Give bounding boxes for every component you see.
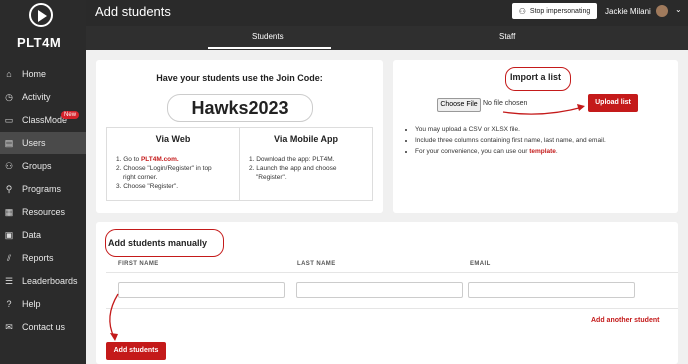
tab-students[interactable]: Students	[252, 32, 284, 41]
groups-icon: ⚇	[4, 161, 14, 171]
main-content: Have your students use the Join Code: Ha…	[86, 50, 688, 364]
sidebar-item-leaderboards[interactable]: ☰ Leaderboards	[0, 270, 86, 292]
sidebar-item-label: Groups	[22, 161, 52, 171]
active-tab-indicator	[208, 47, 331, 49]
sidebar-item-label: Help	[22, 299, 41, 309]
app-step1: 1. Download the app: PLT4M.	[249, 156, 335, 163]
sidebar-item-resources[interactable]: ▦ Resources	[0, 201, 86, 223]
sidebar-item-home[interactable]: ⌂ Home	[0, 63, 86, 85]
app-step2: 2. Launch the app and choose	[249, 165, 337, 172]
via-app-steps: 1. Download the app: PLT4M. 2. Launch th…	[249, 155, 336, 182]
sidebar-item-label: Data	[22, 230, 42, 240]
stop-impersonating-button[interactable]: ⚇ Stop impersonating	[512, 3, 597, 19]
avatar[interactable]	[656, 5, 668, 17]
template-link[interactable]: template	[529, 148, 556, 155]
users-icon: ▤	[4, 138, 14, 148]
programs-icon: ⚲	[5, 184, 13, 194]
sidebar: PLT4M ⌂ Home ◷ Activity ▭ ClassMode New ▤ Users ⚇…	[0, 0, 86, 364]
sidebar-item-label: Resources	[22, 207, 66, 217]
new-badge: New	[61, 111, 80, 119]
sidebar-item-help[interactable]: ? Help	[0, 293, 86, 315]
page-title: Add students	[95, 4, 171, 19]
tab-staff[interactable]: Staff	[499, 32, 515, 41]
import-bullet-1: You may upload a CSV or XLSX file.	[415, 124, 606, 135]
data-icon: ▣	[4, 230, 14, 240]
chevron-down-icon[interactable]: ⌄	[675, 5, 682, 14]
web-step2: 2. Choose "Login/Register" in top	[116, 165, 212, 172]
resources-icon: ▦	[4, 207, 14, 217]
sidebar-item-label: ClassMode	[22, 115, 68, 125]
top-bar: Add students ⚇ Stop impersonating Jackie…	[86, 0, 688, 26]
web-step3: 3. Choose "Register".	[116, 183, 179, 190]
sidebar-item-label: Home	[22, 69, 47, 79]
web-step2-cont: right corner.	[123, 174, 158, 181]
home-icon: ⌂	[6, 69, 12, 79]
import-bullet-2: Include three columns containing first n…	[415, 135, 606, 146]
sidebar-item-groups[interactable]: ⚇ Groups	[0, 155, 86, 177]
mail-icon: ✉	[5, 322, 13, 332]
plt4m-logo[interactable]: PLT4M	[0, 0, 86, 55]
sidebar-item-label: Activity	[22, 92, 51, 102]
leaderboards-icon: ☰	[4, 276, 14, 286]
play-logo-icon	[29, 3, 53, 27]
sidebar-item-programs[interactable]: ⚲ Programs	[0, 178, 86, 200]
stop-impersonating-label: Stop impersonating	[529, 7, 591, 15]
sidebar-item-label: Reports	[22, 253, 54, 263]
via-web-steps: 1. Go to PLT4M.com. 2. Choose "Login/Reg…	[116, 155, 212, 191]
manual-add-card: Add students manually FIRST NAME LAST NA…	[96, 222, 678, 364]
impersonate-icon: ⚇	[518, 6, 526, 16]
sidebar-item-label: Programs	[22, 184, 62, 194]
sidebar-item-users[interactable]: ▤ Users	[0, 132, 86, 154]
import-instructions: You may upload a CSV or XLSX file. Inclu…	[405, 124, 606, 157]
activity-icon: ◷	[5, 92, 13, 102]
help-icon: ?	[6, 299, 12, 309]
sidebar-item-label: Contact us	[22, 322, 66, 332]
import-bullet-3: For your convenience, you can use our te…	[415, 146, 606, 157]
bullet3-suffix: .	[555, 148, 558, 155]
join-code-card: Have your students use the Join Code: Ha…	[96, 60, 383, 213]
logo-text: PLT4M	[17, 35, 62, 50]
via-web-box: Via Web 1. Go to PLT4M.com. 2. Choose "L…	[106, 127, 240, 201]
import-card: Import a list Choose File No file chosen…	[393, 60, 678, 213]
plt4m-link[interactable]: PLT4M.com.	[141, 156, 179, 163]
app-step2-cont: "Register".	[256, 174, 287, 181]
sidebar-item-activity[interactable]: ◷ Activity	[0, 86, 86, 108]
web-step1-prefix: 1. Go to	[116, 156, 141, 163]
sidebar-item-label: Users	[22, 138, 46, 148]
sidebar-item-classmode[interactable]: ▭ ClassMode New	[0, 109, 86, 131]
sidebar-item-reports[interactable]: ⫽ Reports	[0, 247, 86, 269]
via-app-box: Via Mobile App 1. Download the app: PLT4…	[239, 127, 373, 201]
via-web-title: Via Web	[155, 134, 191, 144]
via-app-title: Via Mobile App	[273, 134, 338, 144]
user-name[interactable]: Jackie Milani	[605, 7, 651, 16]
annotation-arrow-add	[109, 293, 119, 341]
sidebar-item-label: Leaderboards	[22, 276, 78, 286]
join-code-title: Have your students use the Join Code:	[156, 73, 323, 83]
sidebar-item-contact-us[interactable]: ✉ Contact us	[0, 316, 86, 338]
join-code: Hawks2023	[167, 94, 313, 122]
classmode-icon: ▭	[4, 115, 14, 125]
sidebar-item-data[interactable]: ▣ Data	[0, 224, 86, 246]
tab-bar: Students Staff	[86, 26, 688, 50]
bullet3-prefix: For your convenience, you can use our	[415, 148, 530, 155]
reports-icon: ⫽	[6, 253, 11, 263]
